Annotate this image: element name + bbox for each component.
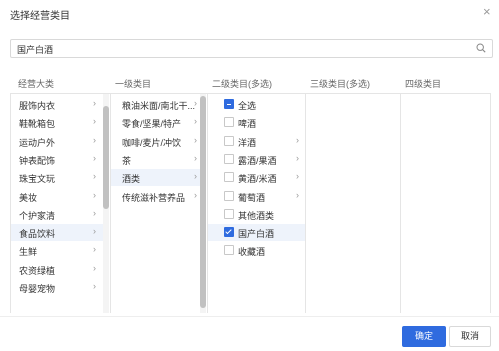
checkbox[interactable] bbox=[224, 117, 234, 128]
level1-scrollbar-thumb[interactable] bbox=[200, 96, 206, 308]
category-item[interactable]: 农资绿植 bbox=[19, 264, 55, 277]
chevron-right-icon: › bbox=[194, 152, 197, 163]
chevron-right-icon: › bbox=[93, 262, 96, 273]
checkbox[interactable] bbox=[224, 99, 234, 109]
category-item[interactable]: 运动户外 bbox=[19, 136, 55, 149]
column-divider bbox=[400, 94, 401, 313]
level2-item[interactable]: 国产白酒 bbox=[238, 227, 274, 240]
checkbox[interactable] bbox=[224, 208, 234, 219]
level2-item[interactable]: 其他酒类 bbox=[238, 209, 274, 222]
chevron-right-icon: › bbox=[296, 134, 299, 145]
search-input-value: 国产白酒 bbox=[17, 45, 54, 55]
level2-item[interactable]: 收藏酒 bbox=[238, 245, 265, 258]
level1-item[interactable]: 粮油米面/南北干... bbox=[122, 99, 195, 112]
level1-item[interactable]: 零食/坚果/特产 bbox=[122, 117, 181, 130]
header-divider bbox=[10, 93, 491, 94]
search-input[interactable]: 国产白酒 bbox=[10, 39, 493, 58]
column-divider bbox=[110, 94, 111, 313]
chevron-right-icon: › bbox=[93, 116, 96, 127]
level2-item[interactable]: 露酒/果酒 bbox=[238, 154, 277, 167]
level2-item[interactable]: 全选 bbox=[238, 99, 256, 112]
column-divider bbox=[305, 94, 306, 313]
category-item[interactable]: 生鲜 bbox=[19, 245, 37, 258]
confirm-button[interactable]: 确定 bbox=[402, 326, 446, 347]
category-item[interactable]: 服饰内衣 bbox=[19, 99, 55, 112]
level1-item[interactable]: 酒类 bbox=[122, 172, 140, 185]
chevron-right-icon: › bbox=[93, 226, 96, 237]
column-divider bbox=[10, 94, 11, 313]
category-scrollbar[interactable] bbox=[103, 94, 109, 313]
category-item[interactable]: 鞋靴箱包 bbox=[19, 117, 55, 130]
column-header-category: 经营大类 bbox=[18, 79, 55, 89]
column-divider bbox=[490, 94, 491, 313]
cancel-button[interactable]: 取消 bbox=[449, 326, 491, 347]
chevron-right-icon: › bbox=[194, 171, 197, 182]
chevron-right-icon: › bbox=[93, 152, 96, 163]
checkbox[interactable] bbox=[224, 135, 234, 146]
chevron-right-icon: › bbox=[296, 189, 299, 200]
chevron-right-icon: › bbox=[296, 171, 299, 182]
column-header-level4: 四级类目 bbox=[405, 79, 442, 89]
level1-item[interactable]: 咖啡/麦片/冲饮 bbox=[122, 136, 181, 149]
level2-item[interactable]: 洋酒 bbox=[238, 136, 256, 149]
category-item[interactable]: 钟表配饰 bbox=[19, 154, 55, 167]
chevron-right-icon: › bbox=[93, 189, 96, 200]
chevron-right-icon: › bbox=[194, 116, 197, 127]
chevron-right-icon: › bbox=[194, 98, 197, 108]
chevron-right-icon: › bbox=[93, 171, 96, 182]
dialog-title: 选择经营类目 bbox=[10, 11, 70, 22]
chevron-right-icon: › bbox=[93, 134, 96, 145]
level2-item[interactable]: 啤酒 bbox=[238, 117, 256, 130]
category-item[interactable]: 个护家清 bbox=[19, 209, 55, 222]
category-item[interactable]: 珠宝文玩 bbox=[19, 172, 55, 185]
level2-item[interactable]: 葡萄酒 bbox=[238, 191, 265, 204]
chevron-right-icon: › bbox=[93, 98, 96, 108]
close-icon[interactable]: × bbox=[483, 4, 491, 19]
category-item[interactable]: 食品饮料 bbox=[19, 227, 55, 240]
level1-item[interactable]: 茶 bbox=[122, 154, 131, 167]
search-icon[interactable] bbox=[476, 43, 486, 53]
checkbox[interactable] bbox=[224, 227, 234, 238]
chevron-right-icon: › bbox=[296, 152, 299, 163]
column-header-level1: 一级类目 bbox=[115, 79, 152, 89]
column-divider bbox=[207, 94, 208, 313]
footer-divider bbox=[0, 316, 499, 317]
chevron-right-icon: › bbox=[194, 189, 197, 200]
chevron-right-icon: › bbox=[194, 134, 197, 145]
level2-item[interactable]: 黄酒/米酒 bbox=[238, 172, 277, 185]
column-header-level3: 三级类目(多选) bbox=[310, 79, 370, 89]
checkbox[interactable] bbox=[224, 245, 234, 256]
category-scrollbar-thumb[interactable] bbox=[103, 106, 109, 209]
level1-scrollbar[interactable] bbox=[200, 94, 206, 313]
chevron-right-icon: › bbox=[93, 244, 96, 255]
chevron-right-icon: › bbox=[93, 281, 96, 291]
column-header-level2: 二级类目(多选) bbox=[212, 79, 272, 89]
checkbox[interactable] bbox=[224, 172, 234, 183]
category-item[interactable]: 美妆 bbox=[19, 191, 37, 204]
level1-item[interactable]: 传统滋补营养品 bbox=[122, 191, 185, 204]
chevron-right-icon: › bbox=[93, 207, 96, 218]
checkbox[interactable] bbox=[224, 153, 234, 164]
checkbox[interactable] bbox=[224, 190, 234, 201]
category-item[interactable]: 母婴宠物 bbox=[19, 282, 55, 295]
